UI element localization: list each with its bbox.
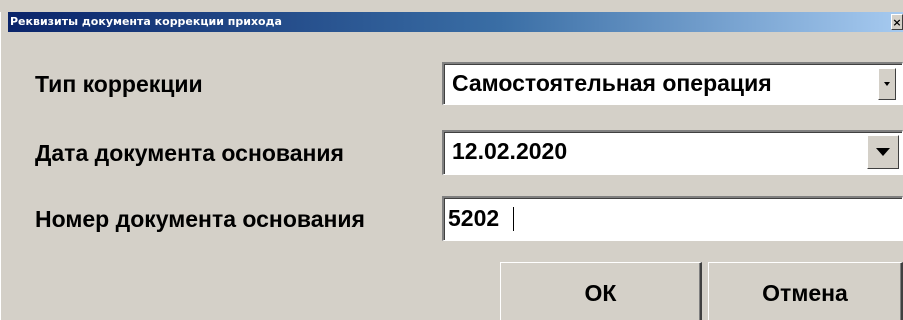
correction-type-dropdown-button[interactable] <box>878 68 896 100</box>
title-bar[interactable]: Реквизиты документа коррекции прихода × <box>8 12 903 32</box>
correction-details-dialog: Реквизиты документа коррекции прихода × … <box>0 0 903 320</box>
basis-date-value: 12.02.2020 <box>452 138 568 164</box>
basis-date-picker[interactable]: 12.02.2020 <box>442 130 903 175</box>
correction-type-value: Самостоятельная операция <box>452 70 772 96</box>
chevron-down-icon <box>876 148 890 156</box>
text-caret <box>513 207 514 231</box>
correction-type-select[interactable]: Самостоятельная операция <box>442 62 903 105</box>
basis-date-dropdown-button[interactable] <box>867 135 899 169</box>
cancel-button[interactable]: Отмена <box>708 262 903 320</box>
window-frame-left <box>0 12 8 320</box>
basis-date-label: Дата документа основания <box>35 140 344 166</box>
window-title: Реквизиты документа коррекции прихода <box>10 15 282 28</box>
basis-number-value: 5202 <box>448 205 500 231</box>
chevron-down-icon <box>884 82 890 86</box>
close-icon[interactable]: × <box>891 14 903 30</box>
correction-type-label: Тип коррекции <box>35 71 203 97</box>
ok-button[interactable]: ОК <box>500 262 702 320</box>
basis-number-label: Номер документа основания <box>35 206 365 232</box>
basis-number-input[interactable]: 5202 <box>442 196 903 241</box>
